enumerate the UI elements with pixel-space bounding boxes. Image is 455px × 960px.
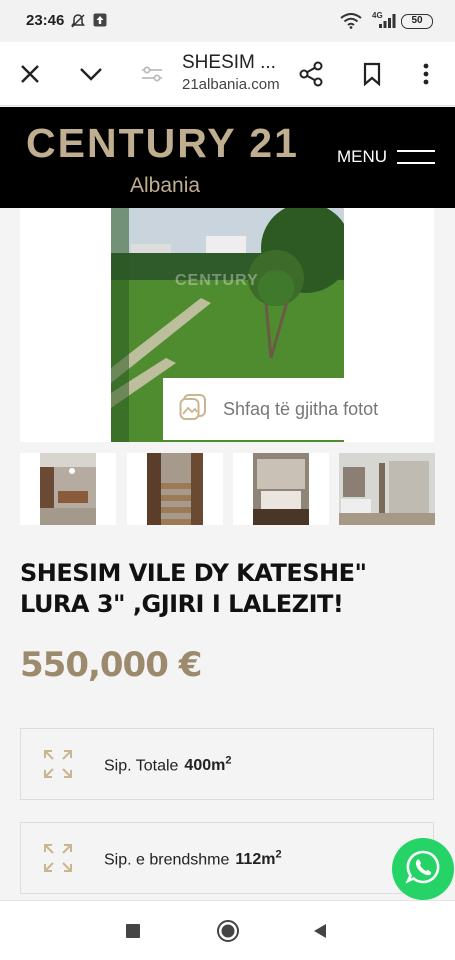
system-navigation-bar (0, 900, 455, 960)
living-room-photo (40, 453, 96, 525)
more-vert-icon[interactable] (406, 42, 446, 106)
photos-icon (179, 393, 207, 426)
bookmark-icon[interactable] (352, 42, 392, 106)
menu-label[interactable]: MENU (337, 147, 387, 167)
listing-title: SHESIM VILE DY KATESHE" LURA 3" ,GJIRI I… (20, 559, 367, 618)
site-settings-icon[interactable] (132, 42, 172, 106)
listing-price: 550,000 € (20, 645, 202, 685)
status-bar: 23:46 4G 50 (0, 0, 455, 42)
main-photo-card[interactable]: CENTURY Shfaq të gjitha fotot (20, 208, 434, 442)
thumbnail-living-room[interactable] (20, 453, 116, 525)
thumbnail-bathroom[interactable] (339, 453, 435, 525)
battery-indicator: 50 (401, 14, 433, 29)
staircase-photo (147, 453, 203, 525)
home-circle-icon[interactable] (203, 901, 253, 960)
expand-arrows-icon (43, 749, 73, 779)
bedroom-photo (253, 453, 309, 525)
wifi-icon (340, 13, 362, 32)
hamburger-icon[interactable] (397, 150, 435, 165)
logo-subtitle: Albania (130, 174, 201, 197)
upload-icon (93, 13, 107, 30)
bathroom-photo (339, 453, 435, 525)
photo-watermark: CENTURY (175, 272, 259, 289)
back-triangle-icon[interactable] (295, 901, 345, 960)
chevron-down-icon[interactable] (71, 42, 111, 106)
show-all-photos-button[interactable]: Shfaq të gjitha fotot (163, 378, 434, 440)
close-icon[interactable] (10, 42, 50, 106)
signal-icon (378, 13, 396, 32)
recents-square-icon[interactable] (108, 901, 158, 960)
thumbnail-bedroom[interactable] (233, 453, 329, 525)
expand-arrows-icon (43, 843, 73, 873)
spec-interior-area: Sip. e brendshme 112m2 (20, 822, 434, 894)
spec-total-area: Sip. Totale 400m2 (20, 728, 434, 800)
logo-century21[interactable]: CENTURY 21 (26, 120, 299, 167)
page-url[interactable]: 21albania.com (182, 76, 280, 93)
share-icon[interactable] (291, 42, 331, 106)
show-all-label: Shfaq të gjitha fotot (223, 398, 379, 419)
spec-total-label: Sip. Totale 400m2 (104, 755, 232, 775)
browser-toolbar: SHESIM ... 21albania.com (0, 42, 455, 106)
thumbnail-staircase[interactable] (127, 453, 223, 525)
site-header: CENTURY 21 Albania MENU (0, 107, 455, 208)
spec-interior-label: Sip. e brendshme 112m2 (104, 849, 282, 869)
whatsapp-icon (405, 849, 441, 890)
page-title: SHESIM ... (182, 52, 276, 73)
status-time: 23:46 (26, 12, 65, 29)
whatsapp-button[interactable] (392, 838, 454, 900)
spec-interior-value: 112m2 (235, 849, 282, 869)
spec-total-value: 400m2 (184, 755, 232, 775)
notifications-off-icon (70, 13, 86, 32)
